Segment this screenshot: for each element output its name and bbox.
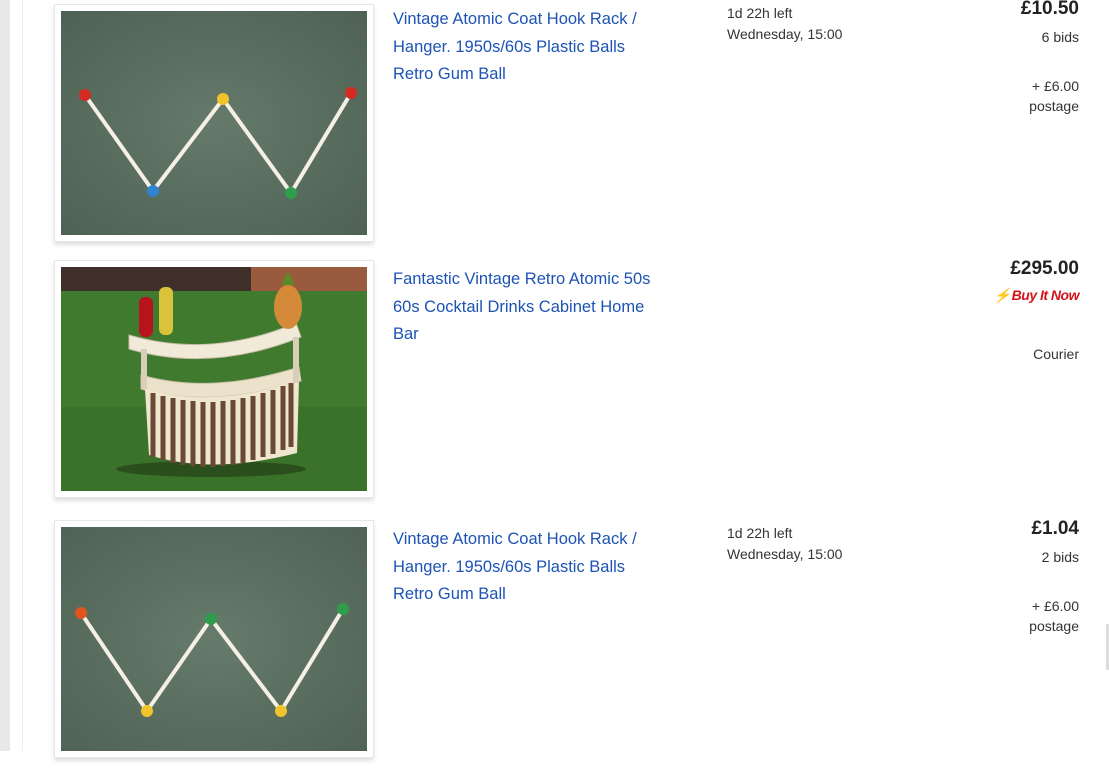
delivery-method: Courier: [1033, 346, 1079, 362]
title-line: Hanger. 1950s/60s Plastic Balls: [393, 37, 626, 56]
listing-thumbnail[interactable]: [54, 4, 374, 242]
coat-hook-rack-photo: [61, 527, 367, 751]
title-line: Bar: [393, 325, 419, 343]
postage-label: postage: [1029, 618, 1079, 634]
listing-title-link[interactable]: Fantastic Vintage Retro Atomic 50s 60s C…: [393, 266, 698, 349]
listing-item: Vintage Atomic Coat Hook Rack / Hanger. …: [0, 0, 1109, 260]
listing-price: £10.50: [1020, 0, 1079, 19]
listing-item: Fantastic Vintage Retro Atomic 50s 60s C…: [0, 258, 1109, 520]
postage-info: + £6.00 postage: [879, 76, 1079, 116]
postage-amount: + £6.00: [1031, 598, 1079, 614]
postage-amount: + £6.00: [1031, 78, 1079, 94]
title-line: Retro Gum Ball: [393, 65, 506, 83]
title-line: Hanger. 1950s/60s Plastic Balls: [393, 557, 626, 576]
title-line: Retro Gum Ball: [393, 585, 506, 603]
postage-info: + £6.00 postage: [879, 596, 1079, 636]
listing-thumbnail[interactable]: [54, 520, 374, 758]
title-line: Vintage Atomic Coat Hook Rack /: [393, 530, 637, 548]
listing-title-link[interactable]: Vintage Atomic Coat Hook Rack / Hanger. …: [393, 6, 698, 89]
postage-label: postage: [1029, 98, 1079, 114]
buy-it-now-badge: ⚡Buy It Now: [993, 287, 1080, 304]
listing-thumbnail[interactable]: [54, 260, 374, 498]
buy-it-now-label: Buy It Now: [1011, 287, 1080, 303]
listing-title-link[interactable]: Vintage Atomic Coat Hook Rack / Hanger. …: [393, 526, 698, 609]
bid-count: 2 bids: [1041, 549, 1079, 565]
buy-it-now-icon: ⚡: [993, 287, 1011, 303]
cocktail-bar-photo: [61, 267, 367, 491]
listing-price: £1.04: [1031, 518, 1079, 539]
bid-count: 6 bids: [1041, 29, 1079, 45]
coat-hook-rack-photo: [61, 11, 367, 235]
listing-price: £295.00: [1010, 258, 1079, 279]
title-line: Vintage Atomic Coat Hook Rack /: [393, 10, 637, 28]
listing-item: Vintage Atomic Coat Hook Rack / Hanger. …: [0, 518, 1109, 780]
title-line: Fantastic Vintage Retro Atomic 50s: [393, 270, 651, 288]
title-line: 60s Cocktail Drinks Cabinet Home: [393, 297, 645, 316]
